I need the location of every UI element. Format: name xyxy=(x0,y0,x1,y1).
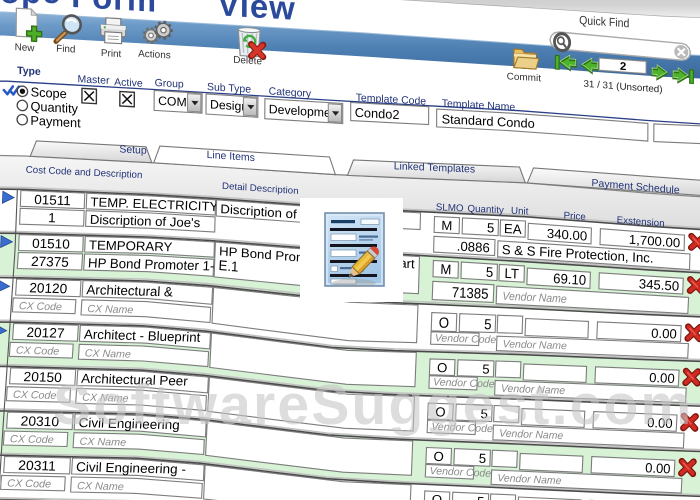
svg-text:CX Name: CX Name xyxy=(79,436,126,449)
svg-text:M: M xyxy=(441,218,452,234)
svg-text:CX Name: CX Name xyxy=(84,347,131,360)
svg-text:Vendor Code: Vendor Code xyxy=(435,333,497,346)
svg-text:SLMO: SLMO xyxy=(436,202,464,214)
svg-text:O: O xyxy=(433,449,444,464)
svg-text:Type: Type xyxy=(17,66,41,78)
svg-text:Setup: Setup xyxy=(119,144,147,156)
svg-text:CX Code: CX Code xyxy=(7,478,52,491)
svg-text:EA: EA xyxy=(504,221,522,237)
svg-text:69.10: 69.10 xyxy=(553,271,587,288)
svg-text:LT: LT xyxy=(504,265,519,281)
svg-text:20311: 20311 xyxy=(18,458,56,474)
svg-text:20120: 20120 xyxy=(29,280,68,296)
svg-text:Print: Print xyxy=(101,48,122,60)
svg-text:27375: 27375 xyxy=(31,254,70,270)
svg-text:Architectural &: Architectural & xyxy=(86,282,173,299)
svg-text:Payment: Payment xyxy=(30,113,81,131)
svg-text:Unit: Unit xyxy=(511,206,529,218)
svg-text:CX Code: CX Code xyxy=(10,433,55,446)
svg-text:1: 1 xyxy=(48,210,56,225)
svg-text:Master: Master xyxy=(78,74,110,87)
svg-text:Vendor Name: Vendor Name xyxy=(502,339,567,352)
svg-text:.0886: .0886 xyxy=(457,239,490,256)
svg-text:CX Name: CX Name xyxy=(77,480,124,493)
svg-text:5: 5 xyxy=(486,264,494,280)
svg-text:5: 5 xyxy=(484,315,492,332)
svg-text:340.00: 340.00 xyxy=(547,226,588,244)
svg-text:Condo2: Condo2 xyxy=(355,105,400,122)
svg-text:5: 5 xyxy=(477,495,485,500)
svg-text:CX Code: CX Code xyxy=(19,300,63,313)
svg-text:TEMPORARY: TEMPORARY xyxy=(89,237,173,254)
svg-text:E.1: E.1 xyxy=(218,258,239,275)
svg-text:01510: 01510 xyxy=(32,236,70,252)
svg-text:CX Code: CX Code xyxy=(13,389,57,402)
svg-text:Actions: Actions xyxy=(138,49,171,62)
svg-text:HP Bond Promoter 1-: HP Bond Promoter 1- xyxy=(88,255,215,273)
svg-text:345.50: 345.50 xyxy=(639,276,680,294)
svg-text:View: View xyxy=(217,0,295,27)
svg-text:Group: Group xyxy=(155,78,184,91)
svg-text:O: O xyxy=(432,492,443,500)
svg-text:M: M xyxy=(440,261,451,277)
svg-text:COM: COM xyxy=(158,94,187,110)
svg-text:CX Name: CX Name xyxy=(87,303,134,316)
svg-text:O: O xyxy=(439,314,450,331)
svg-text:2: 2 xyxy=(620,61,626,73)
svg-text:5: 5 xyxy=(487,220,495,235)
svg-text:Design: Design xyxy=(210,97,248,113)
svg-text:0.00: 0.00 xyxy=(645,460,671,476)
svg-text:Delete: Delete xyxy=(233,55,262,68)
svg-text:Quantity: Quantity xyxy=(467,204,504,217)
svg-text:Civil Engineering -: Civil Engineering - xyxy=(76,459,187,476)
svg-text:Commit: Commit xyxy=(507,71,542,84)
svg-text:Active: Active xyxy=(114,77,143,90)
svg-text:0.00: 0.00 xyxy=(651,326,677,342)
svg-text:20127: 20127 xyxy=(26,325,65,341)
svg-text:71385: 71385 xyxy=(452,283,490,302)
svg-text:Find: Find xyxy=(56,43,75,55)
svg-text:New: New xyxy=(15,42,36,54)
svg-text:SoftwareSuggest.com: SoftwareSuggest.com xyxy=(53,373,693,437)
svg-text:CX Code: CX Code xyxy=(16,345,60,358)
svg-text:01511: 01511 xyxy=(34,192,71,208)
svg-text:5: 5 xyxy=(478,451,486,466)
svg-text:Price: Price xyxy=(563,210,586,223)
